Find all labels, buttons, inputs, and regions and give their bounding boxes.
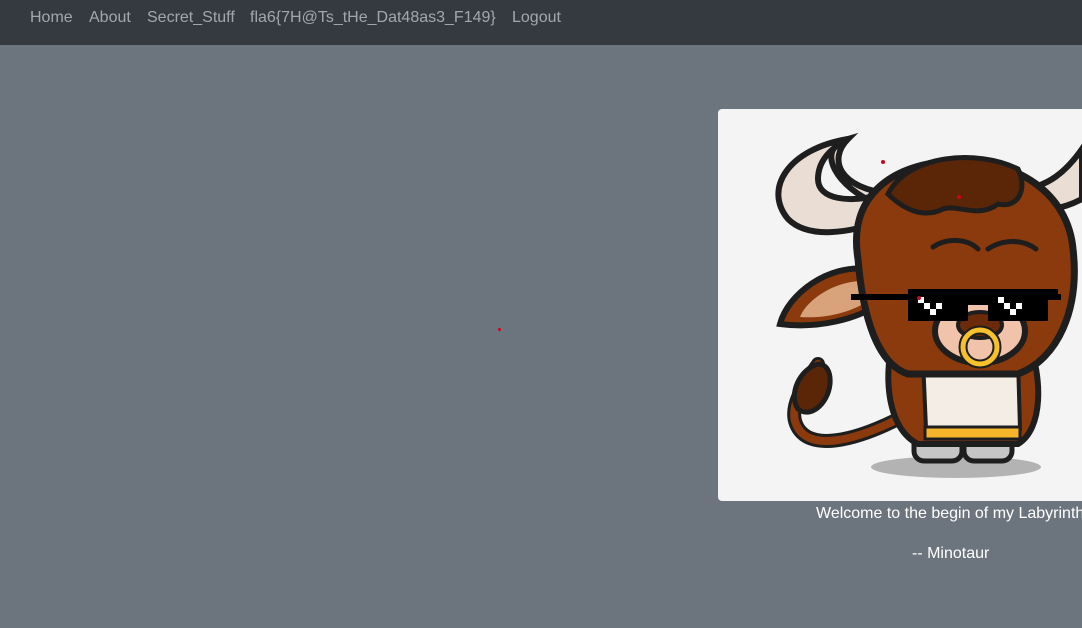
nav-logout-link[interactable]: Logout xyxy=(512,9,561,27)
nav-flag-link[interactable]: fla6{7H@Ts_tHe_Dat48as3_F149} xyxy=(250,9,496,27)
stray-red-dot xyxy=(498,328,501,331)
welcome-text: Welcome to the begin of my Labyrinth xyxy=(816,505,1082,522)
top-navbar: Home About Secret_Stuff fla6{7H@Ts_tHe_D… xyxy=(0,0,1082,45)
minotaur-image xyxy=(718,109,1082,501)
minotaur-mascot-illustration xyxy=(775,132,1082,478)
nav-home-link[interactable]: Home xyxy=(30,9,73,27)
nav-secret-stuff-link[interactable]: Secret_Stuff xyxy=(147,9,235,27)
signature-text: -- Minotaur xyxy=(912,545,990,562)
nav-about-link[interactable]: About xyxy=(89,9,131,27)
